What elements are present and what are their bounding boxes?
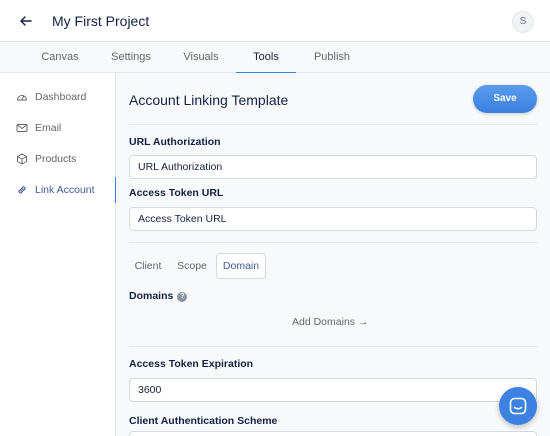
access-token-expiration-label: Access Token Expiration — [129, 358, 254, 370]
sidebar-item-label: Products — [35, 153, 77, 165]
domains-label-text: Domains — [129, 290, 174, 302]
add-domains-button[interactable]: Add Domains → — [292, 316, 368, 328]
access-token-expiration-input[interactable] — [129, 378, 537, 402]
tab-canvas[interactable]: Canvas — [30, 42, 90, 73]
sidebar-item-label: Dashboard — [35, 91, 87, 103]
sidebar-item-dashboard[interactable]: Dashboard — [0, 82, 116, 112]
help-icon[interactable]: ? — [177, 292, 188, 302]
tab-publish[interactable]: Publish — [304, 42, 360, 73]
main-tabs: Canvas Settings Visuals Tools Publish — [0, 42, 550, 74]
chat-icon — [509, 397, 527, 415]
client-auth-scheme-label: Client Authentication Scheme — [129, 415, 278, 427]
tab-settings[interactable]: Settings — [103, 42, 159, 73]
divider — [129, 346, 537, 347]
client-auth-scheme-select[interactable] — [129, 431, 537, 436]
sidebar-item-label: Email — [35, 122, 62, 134]
sidebar: Dashboard Email Products Link Account — [0, 73, 117, 436]
save-button[interactable]: Save — [473, 85, 537, 113]
url-authorization-label: URL Authorization — [129, 136, 221, 148]
sidebar-item-label: Link Account — [35, 184, 95, 196]
sidebar-item-products[interactable]: Products — [0, 144, 116, 174]
user-avatar[interactable]: S — [512, 11, 534, 33]
tab-tools[interactable]: Tools — [236, 42, 296, 74]
subtab-client[interactable]: Client — [128, 253, 168, 279]
tab-visuals[interactable]: Visuals — [173, 42, 229, 73]
link-icon — [18, 186, 26, 194]
access-token-url-input[interactable] — [129, 207, 537, 231]
divider — [129, 242, 537, 243]
project-title: My First Project — [52, 13, 150, 29]
url-authorization-input[interactable] — [129, 155, 537, 179]
subtab-domain[interactable]: Domain — [216, 253, 266, 279]
gauge-icon — [16, 95, 28, 101]
top-bar: My First Project S — [0, 0, 550, 42]
mail-icon — [16, 124, 28, 132]
access-token-url-label: Access Token URL — [129, 187, 224, 199]
sidebar-item-email[interactable]: Email — [0, 113, 116, 143]
back-arrow-icon[interactable] — [16, 11, 36, 31]
divider — [129, 124, 537, 125]
chat-launcher-button[interactable] — [499, 387, 537, 425]
domains-label: Domains? — [129, 290, 188, 302]
page-title: Account Linking Template — [129, 92, 289, 108]
cube-icon — [17, 153, 27, 165]
account-linking-panel: Account Linking Template Save URL Author… — [116, 73, 550, 436]
sidebar-item-link-account[interactable]: Link Account — [0, 175, 117, 205]
subtab-scope[interactable]: Scope — [172, 253, 212, 279]
